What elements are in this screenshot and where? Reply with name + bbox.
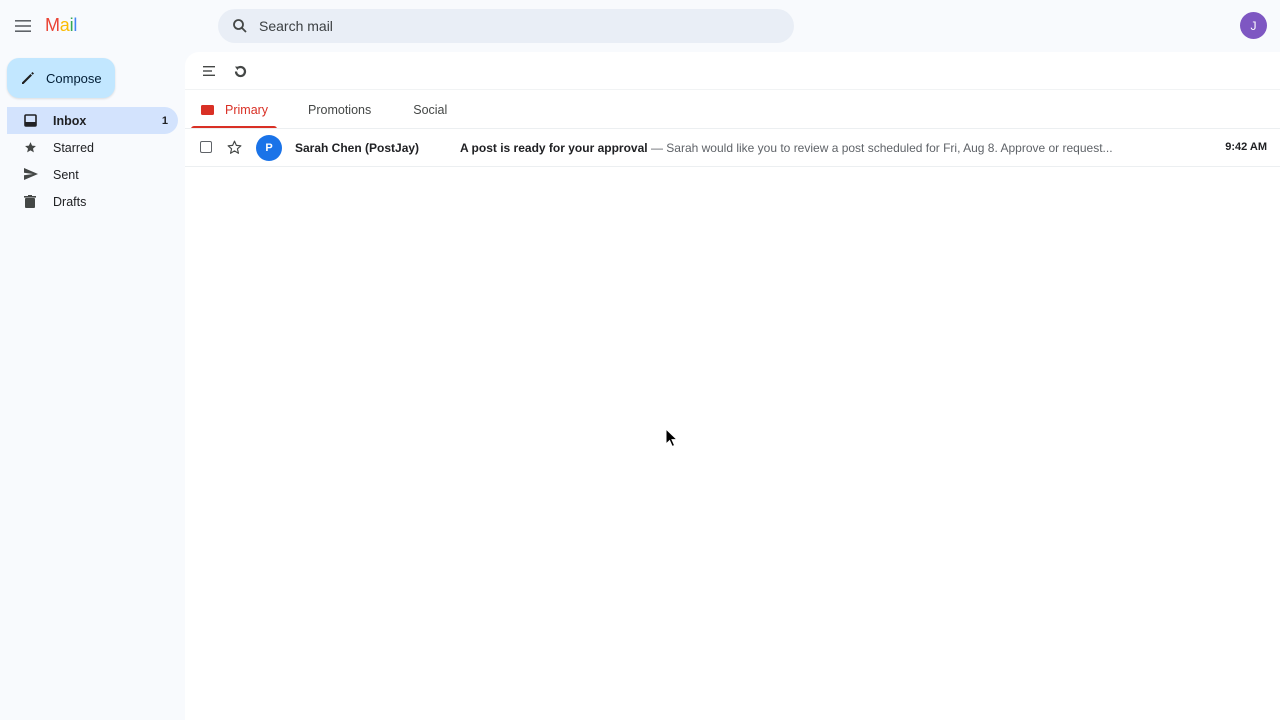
email-snippet: Sarah would like you to review a post sc… [666,141,1113,155]
tab-primary[interactable]: Primary [191,90,277,129]
tab-label: Primary [225,102,269,117]
sender-avatar: P [256,135,282,161]
sidebar-item-drafts[interactable]: Drafts [7,189,178,216]
sidebar-item-label: Drafts [53,195,87,210]
tab-promotions[interactable]: Promotions [308,90,371,129]
drafts-icon [24,195,38,209]
unread-count-badge: 1 [161,114,168,127]
mail-logo[interactable]: Mail [45,15,77,36]
tab-label: Promotions [308,102,372,117]
sidebar-item-label: Sent [53,168,79,183]
list-toolbar [185,52,1280,90]
select-checkbox[interactable] [200,141,212,153]
send-icon [24,168,38,182]
email-sender: Sarah Chen (PostJay) [295,141,420,155]
email-content: A post is ready for your approval — Sara… [460,141,1160,155]
inbox-icon [24,113,38,128]
sidebar-item-label: Starred [53,140,94,155]
search-placeholder: Search mail [259,18,333,34]
search-icon [232,18,248,34]
view-options-button[interactable] [200,62,218,80]
star-outline-icon[interactable] [226,139,243,156]
mouse-cursor-icon [665,428,679,448]
account-avatar[interactable]: J [1240,12,1267,39]
hamburger-menu-icon [15,20,31,32]
sidebar-item-starred[interactable]: Starred [7,134,178,161]
inbox-tab-icon [201,104,214,115]
search-input[interactable]: Search mail [218,9,794,43]
refresh-icon [234,65,246,77]
category-tabs: Primary Promotions Social [191,90,447,129]
pencil-icon [20,70,36,86]
star-icon [24,141,38,155]
sidebar-item-inbox[interactable]: Inbox 1 [7,107,178,134]
main-menu-button[interactable] [10,13,36,39]
subject-separator: — [647,141,667,155]
refresh-button[interactable] [231,62,249,80]
lines-icon [203,66,215,76]
tab-social[interactable]: Social [413,90,447,129]
email-row[interactable]: P Sarah Chen (PostJay) A post is ready f… [185,129,1280,167]
tab-label: Social [413,102,448,117]
email-subject: A post is ready for your approval [460,141,648,155]
top-bar: Mail Search mail J [0,0,1280,52]
sidebar-item-label: Inbox [53,113,87,128]
compose-label: Compose [46,70,102,86]
sidebar-nav: Inbox 1 Starred Sent Drafts [7,107,178,216]
mail-list-panel: Primary Promotions Social P Sarah Chen (… [185,52,1280,720]
email-time: 9:42 AM [1225,141,1267,153]
compose-button[interactable]: Compose [7,58,115,98]
sidebar-item-sent[interactable]: Sent [7,162,178,189]
